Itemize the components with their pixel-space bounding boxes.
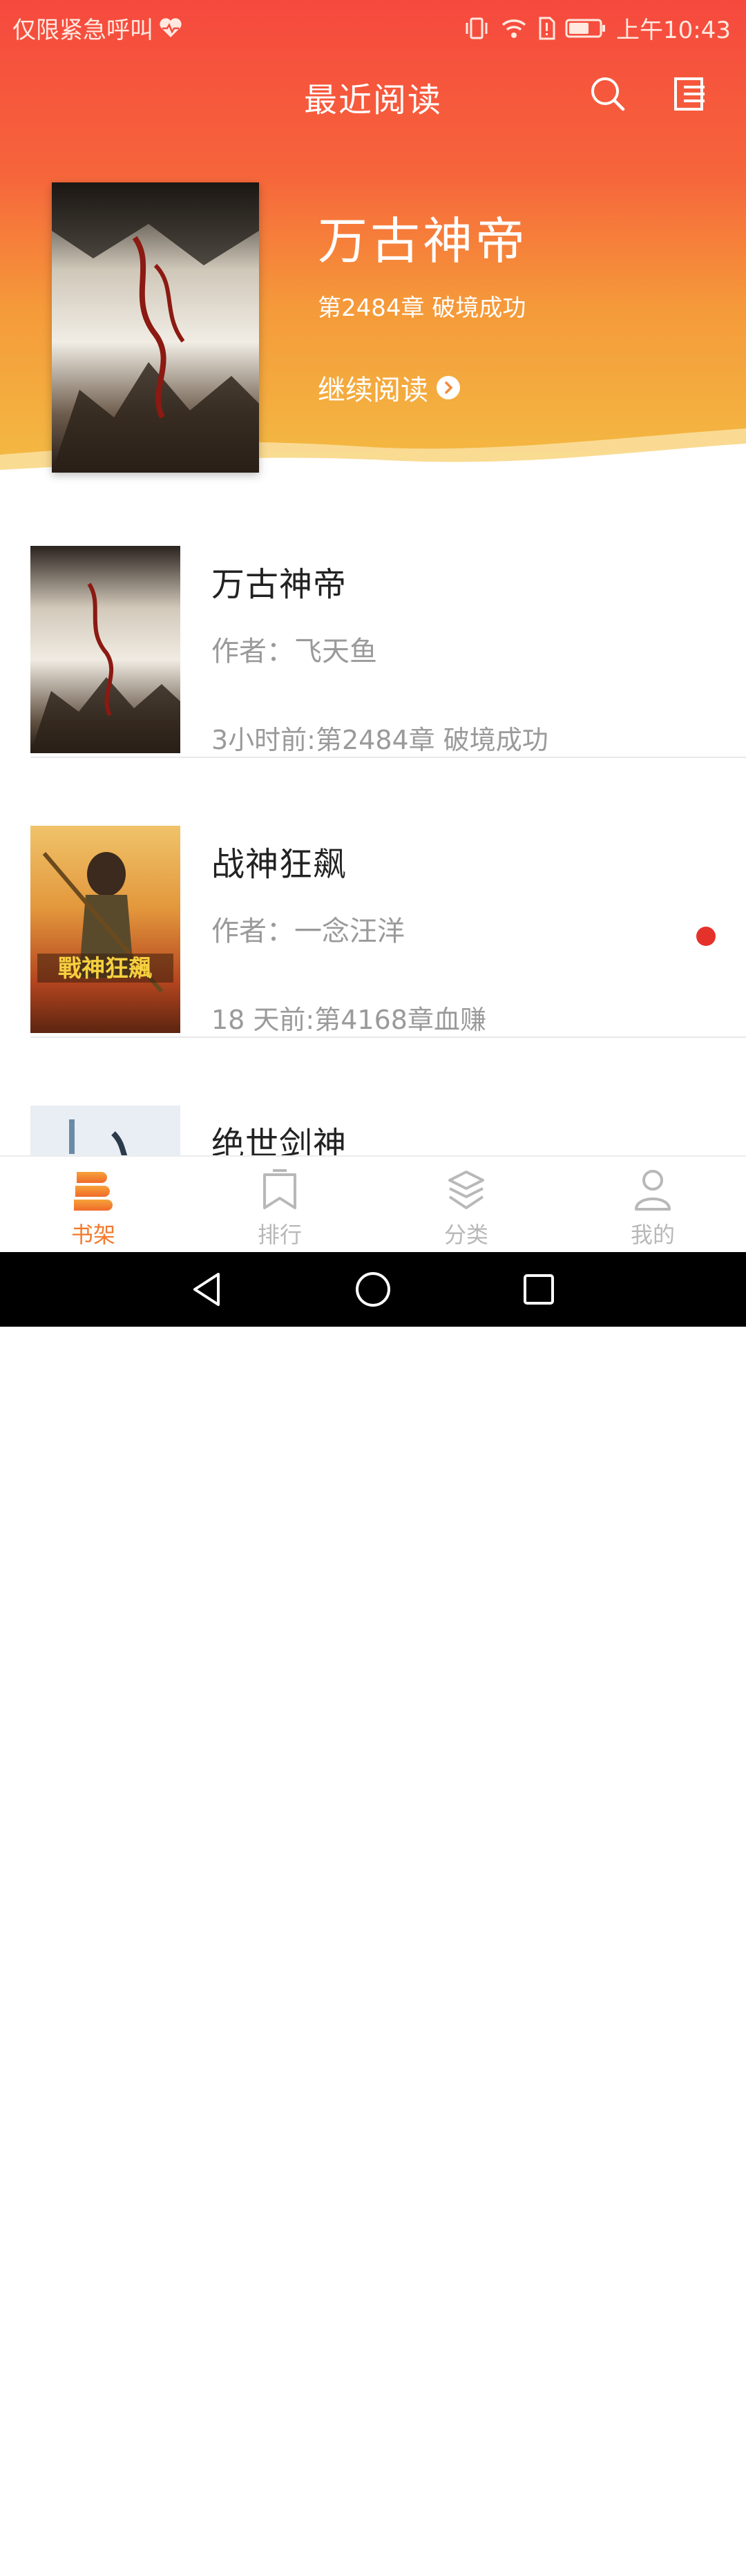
- book-progress: 18 天前:第4168章血赚: [211, 1005, 486, 1035]
- wifi-icon: [501, 19, 526, 38]
- search-icon[interactable]: [589, 75, 627, 113]
- overlay-box: [663, 2544, 743, 2576]
- book-cover: [30, 546, 180, 753]
- system-nav-bar: [0, 1252, 746, 2576]
- hero-book-title: 万古神帝: [318, 212, 528, 270]
- unread-indicator: [696, 927, 716, 946]
- page-title: 最近阅读: [303, 81, 442, 120]
- sim-alert-icon: [539, 17, 555, 39]
- continue-reading-label: 继续阅读: [318, 375, 428, 406]
- recents-icon[interactable]: [518, 1269, 560, 1310]
- hero-book-cover[interactable]: [52, 182, 259, 473]
- category-icon: [448, 1171, 484, 1209]
- home-icon[interactable]: [352, 1269, 394, 1310]
- tab-ranking[interactable]: 排行: [186, 1157, 373, 1253]
- book-list-item[interactable]: 万古神帝 作者：飞天鱼 3小时前:第2484章 破境成功: [30, 546, 746, 758]
- tab-profile[interactable]: 我的: [560, 1157, 746, 1253]
- book-progress: 3小时前:第2484章 破境成功: [211, 725, 548, 755]
- tab-category[interactable]: 分类: [373, 1157, 560, 1253]
- tab-label: 书架: [70, 1222, 115, 1248]
- continue-reading-button[interactable]: 继续阅读: [318, 368, 460, 408]
- bookshelf-icon: [74, 1172, 113, 1211]
- svg-text:戰神狂飆: 戰神狂飆: [58, 955, 152, 983]
- tab-label: 排行: [257, 1222, 302, 1248]
- hero-chapter: 第2484章 破境成功: [318, 294, 526, 322]
- book-author: 作者：一念汪洋: [211, 916, 405, 947]
- battery-icon: [565, 19, 606, 37]
- chevron-right-icon: [437, 376, 460, 399]
- status-bar: 仅限紧急呼叫 上午10:43: [0, 0, 746, 53]
- profile-icon: [635, 1170, 671, 1211]
- back-icon[interactable]: [186, 1269, 228, 1310]
- book-cover: 戰神狂飆: [30, 826, 180, 1033]
- tab-label: 我的: [630, 1222, 675, 1248]
- status-time: 上午10:43: [616, 17, 731, 44]
- book-list-item[interactable]: 戰神狂飆 战神狂飙 作者：一念汪洋 18 天前:第4168章血赚: [30, 826, 746, 1038]
- tab-label: 分类: [443, 1222, 488, 1248]
- book-author: 作者：飞天鱼: [211, 636, 377, 667]
- vibrate-icon: [466, 17, 488, 39]
- bottom-tab-bar: 书架 排行 分类 我的: [0, 1155, 746, 1253]
- status-left-text: 仅限紧急呼叫: [12, 17, 153, 44]
- menu-list-icon[interactable]: [671, 75, 710, 113]
- ranking-icon: [263, 1169, 296, 1209]
- heart-pulse-icon: [160, 17, 182, 37]
- book-title: 万古神帝: [211, 565, 347, 604]
- book-title: 战神狂飙: [211, 845, 347, 884]
- tab-bookshelf[interactable]: 书架: [0, 1157, 186, 1253]
